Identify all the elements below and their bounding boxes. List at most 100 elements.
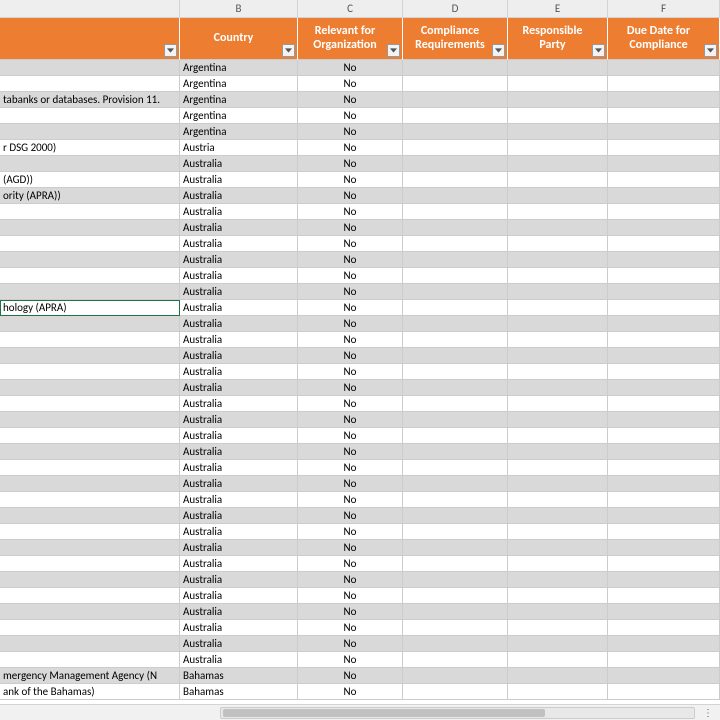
cell[interactable]: Australia [180, 284, 298, 300]
header-cell-a[interactable] [0, 18, 180, 60]
cell[interactable] [508, 252, 608, 268]
cell[interactable] [403, 604, 508, 620]
cell[interactable] [0, 364, 180, 380]
cell[interactable] [508, 604, 608, 620]
cell[interactable] [508, 108, 608, 124]
cell[interactable] [608, 604, 720, 620]
col-letter-b[interactable]: B [180, 0, 298, 17]
cell[interactable] [0, 588, 180, 604]
cell[interactable]: Australia [180, 236, 298, 252]
cell[interactable] [608, 316, 720, 332]
cell[interactable] [0, 572, 180, 588]
cell[interactable] [0, 508, 180, 524]
cell[interactable] [608, 124, 720, 140]
cell[interactable] [508, 300, 608, 316]
cell[interactable] [608, 300, 720, 316]
cell[interactable] [508, 396, 608, 412]
cell[interactable]: No [298, 76, 403, 92]
cell[interactable] [0, 540, 180, 556]
cell[interactable]: No [298, 508, 403, 524]
header-cell-country[interactable]: Country [180, 18, 298, 60]
cell[interactable] [608, 636, 720, 652]
cell[interactable] [403, 396, 508, 412]
cell[interactable] [403, 316, 508, 332]
table-row[interactable]: ArgentinaNo [0, 76, 720, 92]
table-row[interactable]: AustraliaNo [0, 284, 720, 300]
cell[interactable] [508, 508, 608, 524]
cell[interactable] [0, 460, 180, 476]
cell[interactable] [608, 108, 720, 124]
cell[interactable] [403, 636, 508, 652]
cell[interactable] [0, 380, 180, 396]
cell[interactable]: No [298, 556, 403, 572]
cell[interactable] [508, 60, 608, 76]
table-row[interactable]: AustraliaNo [0, 620, 720, 636]
cell[interactable]: ority (APRA)) [0, 188, 180, 204]
cell[interactable] [403, 556, 508, 572]
cell[interactable]: Australia [180, 460, 298, 476]
cell[interactable]: Argentina [180, 108, 298, 124]
table-row[interactable]: AustraliaNo [0, 332, 720, 348]
cell[interactable] [403, 524, 508, 540]
cell[interactable]: No [298, 348, 403, 364]
table-row[interactable]: AustraliaNo [0, 588, 720, 604]
cell[interactable] [0, 236, 180, 252]
cell[interactable]: Australia [180, 636, 298, 652]
cell[interactable]: Austria [180, 140, 298, 156]
cell[interactable]: Bahamas [180, 668, 298, 684]
table-row[interactable]: r DSG 2000)AustriaNo [0, 140, 720, 156]
cell[interactable] [608, 460, 720, 476]
table-row[interactable]: AustraliaNo [0, 156, 720, 172]
cell[interactable]: ank of the Bahamas) [0, 684, 180, 700]
cell[interactable]: No [298, 652, 403, 668]
col-letter-c[interactable]: C [298, 0, 403, 17]
cell[interactable] [508, 268, 608, 284]
cell[interactable] [608, 492, 720, 508]
cell[interactable] [403, 172, 508, 188]
cell[interactable] [608, 684, 720, 700]
cell[interactable] [508, 364, 608, 380]
table-row[interactable]: AustraliaNo [0, 316, 720, 332]
cell[interactable]: Australia [180, 172, 298, 188]
cell[interactable]: Australia [180, 188, 298, 204]
cell[interactable]: Australia [180, 508, 298, 524]
cell[interactable] [508, 492, 608, 508]
cell[interactable]: Australia [180, 524, 298, 540]
table-row[interactable]: AustraliaNo [0, 556, 720, 572]
cell[interactable]: No [298, 220, 403, 236]
cell[interactable] [0, 636, 180, 652]
cell[interactable] [508, 668, 608, 684]
cell[interactable] [0, 348, 180, 364]
cell[interactable] [403, 540, 508, 556]
sheet-options-icon[interactable]: ⋮ [703, 706, 714, 719]
cell[interactable] [0, 76, 180, 92]
cell[interactable]: No [298, 588, 403, 604]
cell[interactable]: No [298, 460, 403, 476]
table-row[interactable]: AustraliaNo [0, 220, 720, 236]
table-row[interactable]: AustraliaNo [0, 236, 720, 252]
col-letter-d[interactable]: D [403, 0, 508, 17]
cell[interactable] [403, 620, 508, 636]
table-row[interactable]: AustraliaNo [0, 652, 720, 668]
cell[interactable]: Australia [180, 604, 298, 620]
cell[interactable] [508, 620, 608, 636]
cell[interactable] [403, 268, 508, 284]
cell[interactable] [0, 620, 180, 636]
table-row[interactable]: AustraliaNo [0, 636, 720, 652]
cell[interactable]: No [298, 316, 403, 332]
header-cell-duedate[interactable]: Due Date for Compliance [608, 18, 720, 60]
cell[interactable]: Australia [180, 252, 298, 268]
cell[interactable]: Australia [180, 652, 298, 668]
cell[interactable]: Australia [180, 492, 298, 508]
cell[interactable]: No [298, 92, 403, 108]
cell[interactable]: Australia [180, 444, 298, 460]
cell[interactable] [508, 348, 608, 364]
table-row[interactable]: hology (APRA)AustraliaNo [0, 300, 720, 316]
cell[interactable] [608, 332, 720, 348]
cell[interactable] [403, 236, 508, 252]
filter-button[interactable] [164, 44, 177, 57]
cell[interactable]: No [298, 332, 403, 348]
cell[interactable] [608, 140, 720, 156]
cell[interactable] [508, 412, 608, 428]
table-row[interactable]: ank of the Bahamas)BahamasNo [0, 684, 720, 700]
